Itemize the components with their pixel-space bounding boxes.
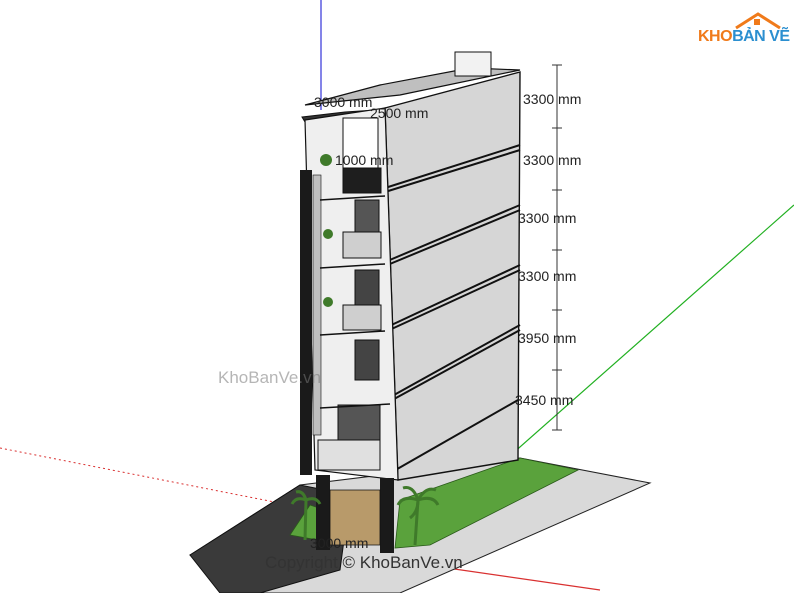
dim-floor-5: 3300 mm <box>523 152 581 168</box>
dim-base: 3000 mm <box>310 535 368 551</box>
dim-balcony: 1000 mm <box>335 152 393 168</box>
logo-text-banve: BẢN VẼ <box>732 28 790 45</box>
logo-text-kho: KHO <box>698 28 733 45</box>
dim-floor-3: 3300 mm <box>518 268 576 284</box>
left-strip <box>312 174 322 436</box>
logo-window-icon <box>754 19 760 25</box>
dimension-ticks <box>552 64 562 431</box>
roof-stair-box <box>454 51 492 77</box>
dim-roof-mid: 2500 mm <box>370 105 428 121</box>
ground-pillar-right <box>380 478 394 553</box>
dim-floor-4: 3300 mm <box>518 210 576 226</box>
dim-floor-1: 3450 mm <box>515 392 573 408</box>
dim-floor-2: 3950 mm <box>518 330 576 346</box>
sketchup-viewport[interactable]: 3300 mm 3300 mm 3300 mm 3300 mm 3950 mm … <box>0 0 794 593</box>
axis-red-dotted <box>0 447 316 511</box>
dim-roof-left: 3000 mm <box>314 94 372 110</box>
copyright-text: Copyright © KhoBanVe.vn <box>265 553 463 572</box>
left-column <box>300 170 312 475</box>
building-side-wall <box>384 71 521 481</box>
watermark: KhoBanVe.vn <box>218 368 322 387</box>
dim-floor-6: 3300 mm <box>523 91 581 107</box>
logo-text: KHOBẢN VẼ <box>698 28 790 46</box>
